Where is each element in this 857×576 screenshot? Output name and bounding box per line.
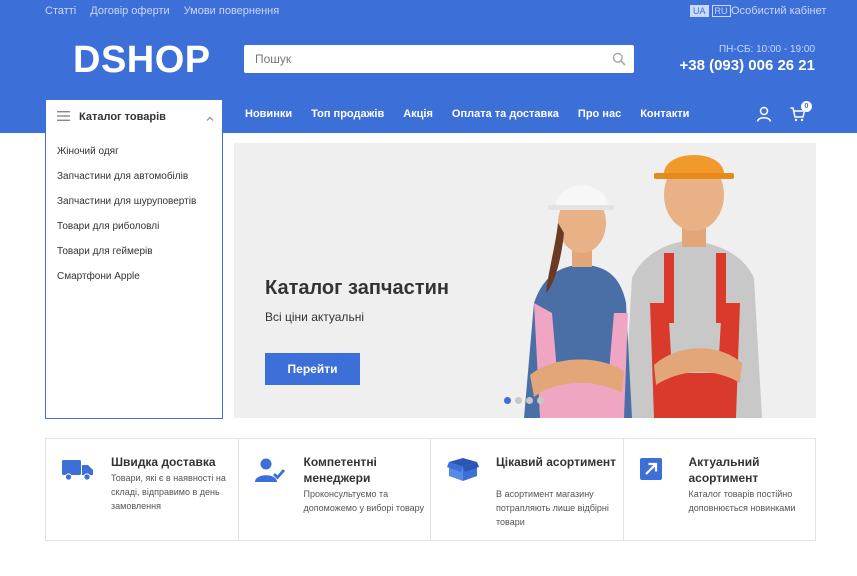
phone-number[interactable]: +38 (093) 006 26 21: [679, 57, 815, 74]
header: Статті Договір оферти Умови повернення U…: [0, 0, 857, 133]
top-links: Статті Договір оферти Умови повернення: [45, 5, 279, 17]
search-box: [244, 45, 634, 73]
nav-item-contacts[interactable]: Контакти: [640, 108, 689, 120]
menu-icon: [57, 108, 70, 126]
manager-icon: [254, 458, 285, 487]
feature-title: Компетентні менеджери: [303, 455, 377, 485]
catalog-menu: Жіночий одяг Запчастини для автомобілів …: [45, 133, 223, 419]
nav-item-about[interactable]: Про нас: [578, 108, 621, 120]
catalog-toggle-button[interactable]: Каталог товарів: [45, 99, 223, 133]
catalog-item-apple-phones[interactable]: Смартфони Apple: [46, 264, 222, 289]
banner-subtitle: Всі ціни актуальні: [265, 310, 364, 324]
nav-item-promo[interactable]: Акція: [403, 108, 433, 120]
top-bar: Статті Договір оферти Умови повернення U…: [0, 0, 857, 24]
cart-count-badge: 0: [801, 101, 812, 112]
workers-illustration: [524, 155, 762, 418]
catalog-item-car-parts[interactable]: Запчастини для автомобілів: [46, 164, 222, 189]
cabinet-link[interactable]: Особистий кабінет: [731, 5, 826, 17]
nav-item-payment-delivery[interactable]: Оплата та доставка: [452, 108, 559, 120]
slider-dot[interactable]: [515, 397, 522, 404]
catalog-item-fishing[interactable]: Товари для риболовлі: [46, 214, 222, 239]
feature-description: Каталог товарів постійно доповнюється но…: [688, 489, 796, 513]
logo[interactable]: DSHOP: [73, 39, 211, 82]
slider-dot[interactable]: [537, 397, 544, 404]
feature-title: Швидка доставка: [111, 455, 216, 469]
nav-item-top-sales[interactable]: Топ продажів: [311, 108, 384, 120]
working-hours: ПН-СБ: 10:00 - 19:00: [718, 44, 815, 55]
search-input[interactable]: [244, 45, 604, 73]
box-icon: [447, 458, 479, 487]
top-link-returns[interactable]: Умови повернення: [184, 5, 280, 17]
feature-description: В асортимент магазину потрапляють лише в…: [496, 489, 609, 527]
main-nav: Новинки Топ продажів Акція Оплата та дос…: [245, 108, 689, 120]
banner-go-button[interactable]: Перейти: [265, 353, 360, 385]
catalog-item-gamers[interactable]: Товари для геймерів: [46, 239, 222, 264]
feature-fast-delivery: Швидка доставка Товари, які є в наявност…: [46, 439, 239, 540]
banner-title: Каталог запчастин: [265, 277, 449, 299]
chevron-up-icon: [206, 108, 214, 126]
feature-description: Проконсультуємо та допоможемо у виборі т…: [303, 489, 425, 513]
features-strip: Швидка доставка Товари, які є в наявност…: [45, 438, 816, 541]
truck-icon: [62, 458, 94, 487]
lang-ru-button[interactable]: RU: [711, 5, 731, 17]
language-switcher: UA RU: [690, 5, 731, 17]
search-icon[interactable]: [604, 45, 634, 73]
feature-title: Актуальний асортимент: [688, 455, 760, 485]
feature-managers: Компетентні менеджери Проконсультуємо та…: [239, 439, 431, 540]
slider-dot[interactable]: [504, 397, 511, 404]
user-icon[interactable]: [756, 106, 772, 127]
top-link-articles[interactable]: Статті: [45, 5, 76, 17]
slider-dots: [504, 397, 544, 404]
catalog-item-screwdriver-parts[interactable]: Запчастини для шуруповертів: [46, 189, 222, 214]
feature-assortment: Цікавий асортимент В асортимент магазину…: [431, 439, 624, 540]
top-link-offer[interactable]: Договір оферти: [90, 5, 169, 17]
catalog-item-womens-clothing[interactable]: Жіночий одяг: [46, 139, 222, 164]
feature-actual-assortment: Актуальний асортимент Каталог товарів по…: [624, 439, 816, 540]
nav-item-new[interactable]: Новинки: [245, 108, 292, 120]
slider-dot[interactable]: [526, 397, 533, 404]
feature-description: Товари, які є в наявності на складі, від…: [111, 473, 226, 511]
arrow-icon: [639, 458, 662, 485]
feature-title: Цікавий асортимент: [496, 455, 617, 469]
catalog-label: Каталог товарів: [79, 110, 166, 123]
hero-banner: Каталог запчастин Всі ціни актуальні Пер…: [234, 143, 816, 418]
lang-ua-button[interactable]: UA: [690, 5, 709, 17]
